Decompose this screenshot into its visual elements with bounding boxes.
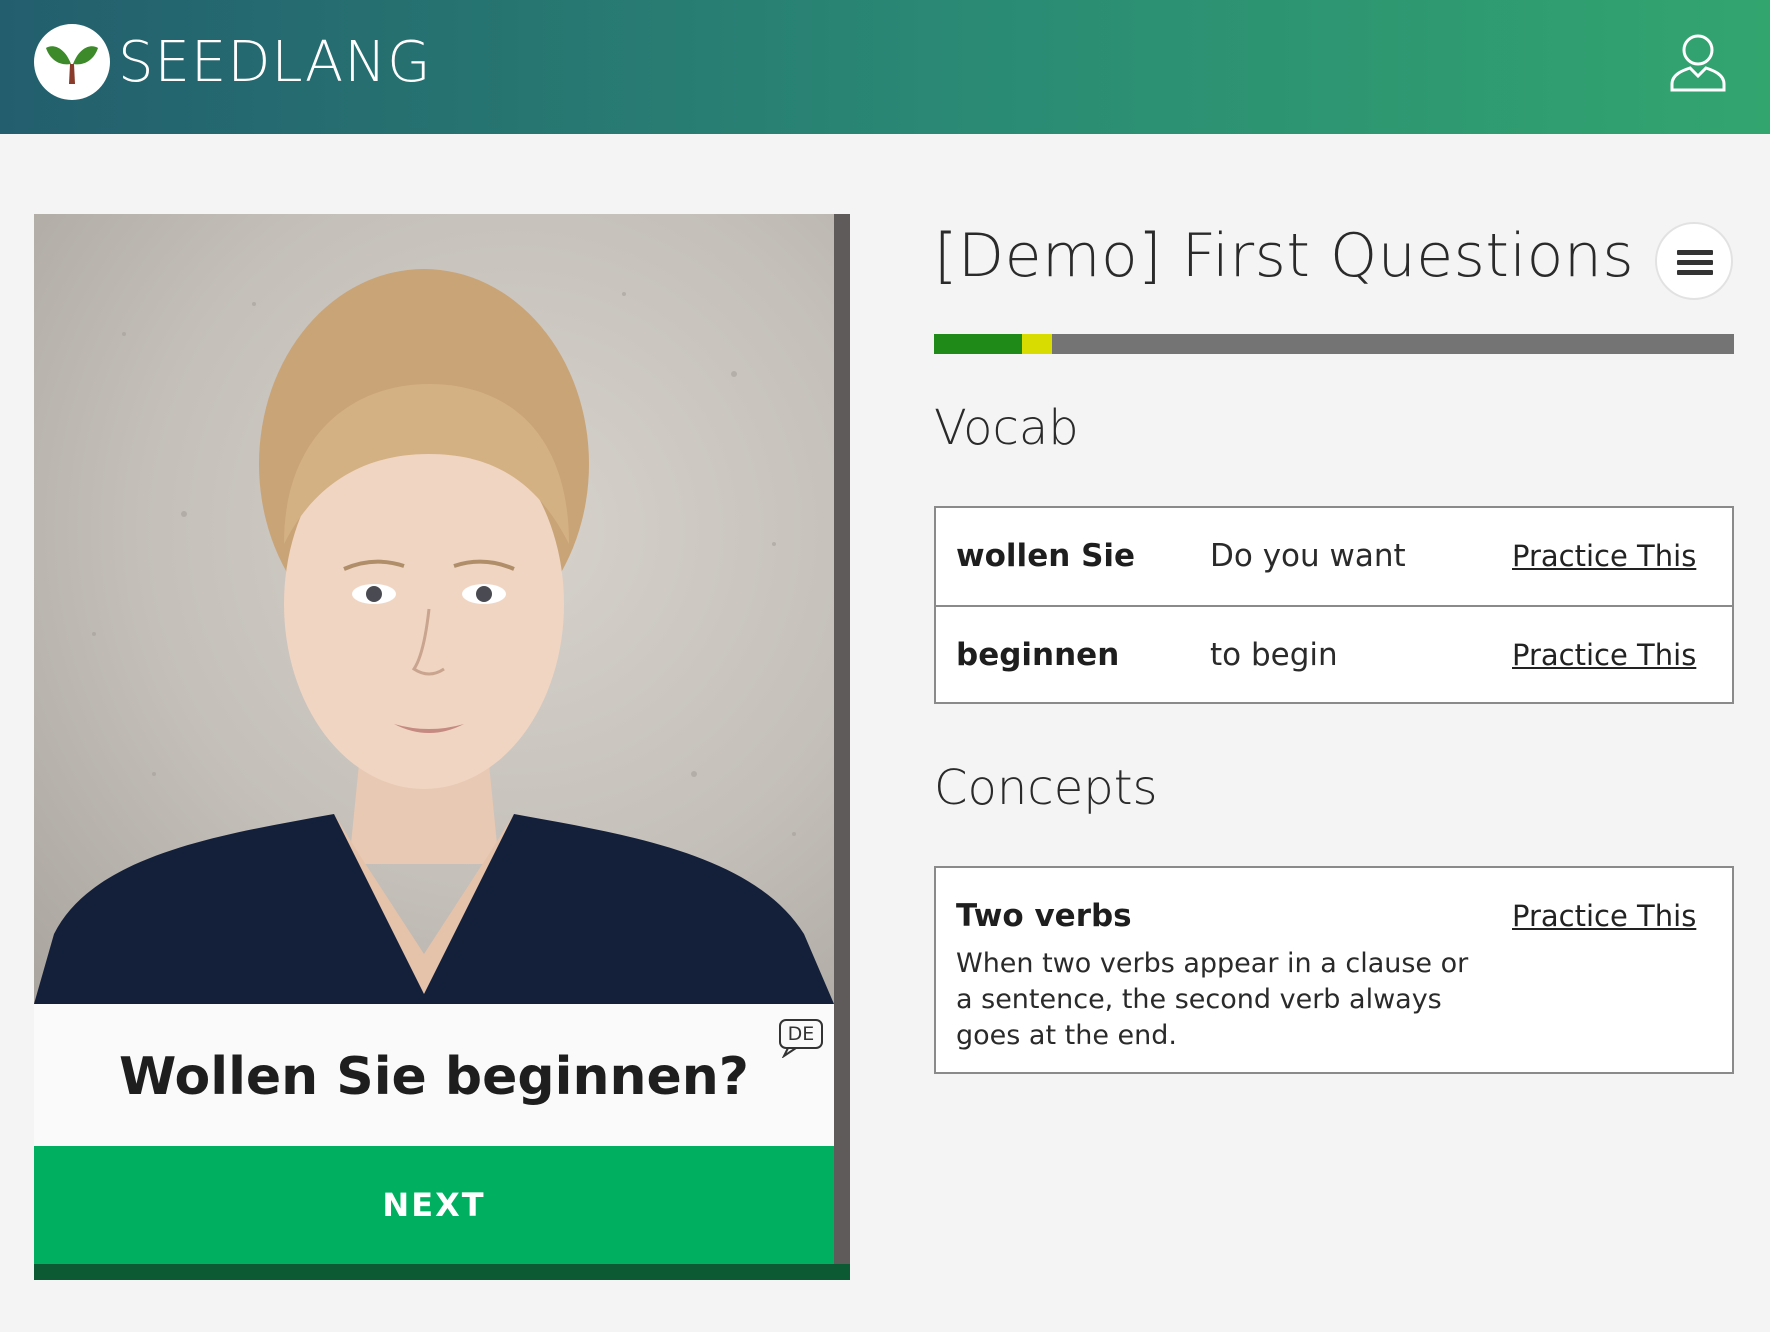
vocab-list: wollen Sie Do you want Practice This beg…	[934, 506, 1734, 704]
concept-item: Two verbs When two verbs appear in a cla…	[934, 866, 1734, 1074]
phrase-area: Wollen Sie beginnen? DE	[34, 1004, 834, 1146]
seedling-icon[interactable]	[34, 24, 110, 100]
deck-progress-bar	[934, 334, 1734, 354]
vocab-meaning: Do you want	[1210, 538, 1406, 574]
deck-title: [Demo] First Questions	[934, 221, 1635, 291]
concepts-heading: Concepts	[934, 760, 1158, 816]
progress-known	[934, 334, 1022, 354]
phrase-text: Wollen Sie beginnen?	[119, 1047, 749, 1107]
practice-this-link[interactable]: Practice This	[1512, 635, 1696, 675]
video-still[interactable]	[34, 214, 834, 1004]
vocab-meaning: to begin	[1210, 637, 1338, 673]
concept-title: Two verbs	[956, 898, 1132, 934]
vocab-word: beginnen	[956, 637, 1120, 673]
concept-description: When two verbs appear in a clause or a s…	[956, 948, 1469, 1051]
card-shadow	[834, 214, 850, 1278]
speech-bubble-icon[interactable]: DE	[778, 1018, 824, 1058]
next-button[interactable]: NEXT	[34, 1146, 834, 1264]
flashcard: Wollen Sie beginnen? DE NEXT	[34, 214, 834, 1264]
vocab-word: wollen Sie	[956, 538, 1136, 574]
practice-this-link[interactable]: Practice This	[1512, 896, 1696, 936]
practice-this-link[interactable]: Practice This	[1512, 536, 1696, 576]
language-badge: DE	[787, 1023, 815, 1045]
progress-learning	[1022, 334, 1052, 354]
brand-name: SEEDLANG	[118, 30, 432, 95]
card-shadow	[34, 1264, 850, 1280]
vocab-item: beginnen to begin Practice This	[936, 605, 1732, 702]
hamburger-menu-icon	[1677, 250, 1713, 275]
vocab-heading: Vocab	[934, 400, 1079, 456]
app-header: SEEDLANG	[0, 0, 1770, 134]
menu-button[interactable]	[1655, 222, 1733, 300]
user-icon[interactable]	[1666, 30, 1730, 94]
vocab-item: wollen Sie Do you want Practice This	[936, 508, 1732, 605]
